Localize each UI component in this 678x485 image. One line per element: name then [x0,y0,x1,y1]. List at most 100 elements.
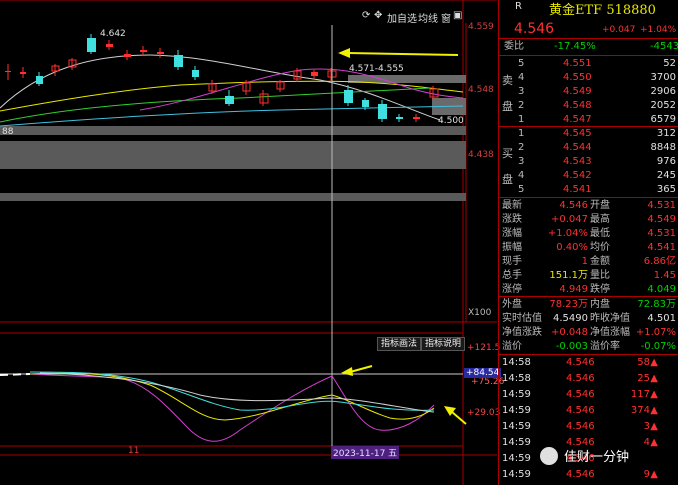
candle [362,100,369,107]
ask-volume: 6579 [650,114,676,125]
stat-row: 溢价 -0.003 溢价率 -0.07% [498,340,678,354]
tick-up-icon: ▲ [650,373,658,384]
tick-volume: 374 [630,405,650,416]
stat-row: 最新 4.546 开盘 4.531 [498,199,678,213]
tick-time: 14:58 [502,357,531,368]
ask-level: 1 [518,114,525,125]
crosshair-date-tag: 2023-11-17 五 [331,446,400,459]
tick-price: 4.546 [566,389,595,400]
stat-value: 78.23万 [549,299,588,310]
stat-label: 涨跌 [502,214,522,225]
weibi-row: 委比 -17.45% -4543 [498,40,678,54]
stat-label: 溢价 [502,341,522,352]
candle [311,72,318,76]
tick-up-icon: ▲ [650,421,658,432]
tick-time: 14:58 [502,373,531,384]
stat-value: 4.549 [647,214,676,225]
ask-price: 4.551 [563,58,592,69]
candle [157,52,164,54]
tick-time: 14:59 [502,469,531,480]
tick-row: 14:59 4.546 374 ▲ [498,404,678,418]
stat-value: -0.003 [555,341,588,352]
tick-row: 14:59 4.546 117 ▲ [498,388,678,402]
stat-value: 4.531 [647,200,676,211]
stat-value: +1.07% [635,327,676,338]
chart-area[interactable]: ⟳ ✥ 加自选 均线 窗 ▣ 4.642 4.571-4.555 4.500 8… [0,0,504,485]
price-tick: 4.559 [468,22,494,32]
stat-label: 溢价率 [590,341,620,352]
indicator-magenta [29,373,435,442]
bid-price: 4.544 [563,142,592,153]
indicator-tick: +121.5 [467,343,501,353]
ask-level: 5 [518,58,525,69]
stat-row: 振幅 0.40% 均价 4.541 [498,241,678,255]
ask-row: 2 4.548 2052 [498,99,678,113]
stat-label: 振幅 [502,242,522,253]
indicator-cyan [29,371,435,411]
indicator-white [39,372,435,413]
stat-value: -0.07% [640,341,676,352]
tick-price: 4.546 [566,373,595,384]
kline-chart[interactable] [0,0,497,485]
wechat-icon [540,447,558,465]
stat-label: 跌停 [590,284,610,295]
ask-level: 4 [518,72,525,83]
stat-row: 涨停 4.949 跌停 4.049 [498,283,678,297]
bid-volume: 8848 [650,142,676,153]
time-axis-label: 11 [128,446,140,456]
high-price-label: 4.642 [100,29,126,39]
watermark-text: 佳财一分钟 [564,450,630,465]
gray-band-3 [0,193,466,201]
tick-time: 14:59 [502,453,531,464]
ask-volume: 2052 [650,100,676,111]
last-price: 4.546 [514,21,555,37]
stat-label: 最高 [590,214,610,225]
left-axis-label: 88 [2,127,14,137]
candle [378,104,387,119]
stat-value: 4.949 [559,284,588,295]
stat-label: 最低 [590,228,610,239]
tick-row: 14:59 4.546 9 ▲ [498,468,678,482]
stat-label: 均价 [590,242,610,253]
candle [225,96,234,104]
stat-label: 净值涨跌 [502,327,542,338]
indicator-draw-button[interactable]: 指标画法 [377,337,422,351]
bid-price: 4.542 [563,170,592,181]
candle [5,71,11,72]
stat-label: 最新 [502,200,522,211]
ask-row: 3 4.549 2906 [498,85,678,99]
tick-volume: 58 [637,357,650,368]
bid-volume: 365 [656,184,676,195]
bid-price: 4.541 [563,184,592,195]
bid-volume: 312 [656,128,676,139]
bid-level: 1 [518,128,525,139]
candle [344,90,353,103]
candle [413,117,420,119]
stat-value: 151.1万 [549,270,588,281]
stat-value: +0.048 [550,327,588,338]
watermark: 佳财一分钟 [538,444,678,470]
bid-volume: 245 [656,170,676,181]
bid-volume: 976 [656,156,676,167]
security-name: 黄金ETF 518880 [549,3,656,18]
stat-value: +1.04% [547,228,588,239]
ask-level: 3 [518,86,525,97]
candle [36,76,43,84]
gray-band-4 [348,75,466,83]
ask-price: 4.548 [563,100,592,111]
ask-price: 4.547 [563,114,592,125]
candle [192,70,199,77]
candle [140,50,147,52]
weicha-value: -4543 [650,41,678,52]
ask-row: 4 4.550 3700 [498,71,678,85]
stat-label: 内盘 [590,299,610,310]
tick-time: 14:59 [502,437,531,448]
stat-label: 外盘 [502,299,522,310]
tick-volume: 3 [643,421,650,432]
stat-label: 昨收净值 [590,313,630,324]
indicator-yellow [29,372,435,421]
price-tick: 4.438 [468,150,494,160]
candle [174,55,183,67]
indicator-help-button[interactable]: 指标说明 [421,337,466,351]
tick-price: 4.546 [566,357,595,368]
